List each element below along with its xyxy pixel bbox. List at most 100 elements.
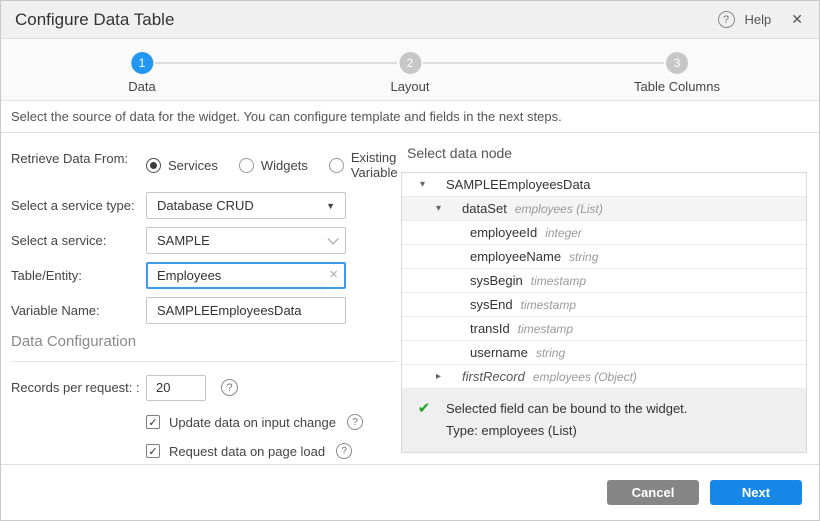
variable-name-input[interactable] bbox=[146, 297, 346, 324]
radio-widgets[interactable]: Widgets bbox=[238, 157, 308, 173]
tree-node-employeeName[interactable]: employeeName string bbox=[402, 245, 806, 269]
checkbox-label: Request data on page load bbox=[169, 443, 326, 459]
tree-node-sysEnd[interactable]: sysEnd timestamp bbox=[402, 293, 806, 317]
green-check-icon: ✔ bbox=[417, 400, 431, 417]
chevron-down-icon bbox=[327, 232, 339, 245]
service-type-row: Select a service type: Database CRUD ▼ bbox=[11, 192, 396, 219]
node-type: timestamp bbox=[530, 273, 587, 288]
node-type: integer bbox=[545, 225, 582, 240]
tree-node-transId[interactable]: transId timestamp bbox=[402, 317, 806, 341]
node-name: employeeName bbox=[470, 249, 562, 264]
records-per-request-label: Records per request: : bbox=[11, 380, 140, 395]
radio-label: Services bbox=[168, 157, 218, 173]
records-per-request-row: Records per request: : ? bbox=[11, 374, 396, 401]
tree-node-username[interactable]: username string bbox=[402, 341, 806, 365]
dialog-header: Configure Data Table ? Help ✕ bbox=[1, 1, 819, 39]
node-name: firstRecord bbox=[462, 369, 525, 384]
radio-label: Widgets bbox=[260, 157, 308, 173]
checkbox-label: Update data on input change bbox=[169, 414, 336, 430]
radio-existing-variable[interactable]: Existing Variable bbox=[328, 150, 398, 180]
step-connector bbox=[423, 62, 664, 64]
caret-down-icon[interactable]: ▾ bbox=[420, 179, 438, 190]
help-link[interactable]: Help bbox=[745, 12, 772, 27]
section-divider bbox=[11, 361, 398, 362]
service-value: SAMPLE bbox=[157, 233, 210, 248]
cancel-button[interactable]: Cancel bbox=[607, 480, 699, 505]
node-name: sysBegin bbox=[470, 273, 523, 288]
caret-down-icon[interactable]: ▾ bbox=[436, 203, 454, 214]
radio-icon bbox=[146, 157, 161, 173]
wizard-description: Select the source of data for the widget… bbox=[1, 101, 819, 133]
step-data[interactable]: 1 Data bbox=[128, 52, 156, 94]
tree-node-firstRecord[interactable]: ▸ firstRecord employees (Object) bbox=[402, 365, 806, 389]
question-icon[interactable]: ? bbox=[336, 443, 353, 459]
help-icon[interactable]: ? bbox=[717, 11, 735, 28]
variable-name-label: Variable Name: bbox=[11, 303, 100, 318]
binding-info-line1: Selected field can be bound to the widge… bbox=[446, 401, 688, 416]
caret-down-icon: ▼ bbox=[326, 200, 335, 211]
step-connector bbox=[155, 62, 397, 64]
data-node-panel: Select data node ▾ SAMPLEEmployeesData ▾ da… bbox=[401, 133, 807, 453]
node-name: SAMPLEEmployeesData bbox=[446, 177, 591, 192]
service-select[interactable]: SAMPLE bbox=[146, 227, 346, 254]
checkbox-update-data-on-input-change[interactable]: ✓ Update data on input change? bbox=[146, 414, 396, 430]
node-name: sysEnd bbox=[470, 297, 513, 312]
question-icon[interactable]: ? bbox=[346, 414, 363, 430]
options-checkboxes: ✓ Update data on input change? ✓ Request da… bbox=[146, 414, 396, 459]
tree-node-dataSet[interactable]: ▾ dataSet employees (List) bbox=[402, 197, 806, 221]
variable-name-row: Variable Name: bbox=[11, 297, 396, 324]
clear-icon[interactable]: × bbox=[329, 267, 338, 283]
radio-services[interactable]: Services bbox=[146, 157, 218, 173]
table-entity-label: Table/Entity: bbox=[11, 268, 82, 283]
radio-icon bbox=[328, 157, 344, 173]
binding-info-line2: Type: employees (List) bbox=[446, 423, 577, 438]
node-name: transId bbox=[470, 321, 510, 336]
configure-data-table-dialog: Configure Data Table ? Help ✕ 1 Data 2 Layo… bbox=[0, 0, 820, 521]
step-label: Data bbox=[128, 79, 156, 94]
table-entity-row: Table/Entity: × bbox=[11, 262, 396, 289]
checkbox-icon: ✓ bbox=[146, 444, 160, 458]
node-type: employees (Object) bbox=[532, 369, 637, 384]
radio-label: Existing Variable bbox=[350, 150, 398, 180]
dialog-body: Retrieve Data From: Services Widgets Exist… bbox=[1, 133, 819, 466]
radio-icon bbox=[238, 157, 254, 173]
service-type-value: Database CRUD bbox=[157, 198, 254, 213]
node-type: employees (List) bbox=[514, 201, 603, 216]
retrieve-radio-group: Services Widgets Existing Variable bbox=[146, 150, 398, 180]
data-source-form: Retrieve Data From: Services Widgets Exist… bbox=[11, 133, 398, 459]
node-name: username bbox=[470, 345, 528, 360]
service-type-label: Select a service type: bbox=[11, 198, 135, 213]
step-label: Layout bbox=[390, 79, 430, 94]
close-icon[interactable]: ✕ bbox=[791, 11, 803, 28]
binding-info-box: ✔ Selected field can be bound to the wid… bbox=[402, 389, 806, 452]
select-data-node-header: Select data node bbox=[407, 145, 513, 161]
service-label: Select a service: bbox=[11, 233, 107, 248]
tree-node-sysBegin[interactable]: sysBegin timestamp bbox=[402, 269, 806, 293]
node-name: dataSet bbox=[462, 201, 507, 216]
service-type-select[interactable]: Database CRUD ▼ bbox=[146, 192, 346, 219]
question-icon[interactable]: ? bbox=[221, 379, 238, 396]
tree-node-employeeId[interactable]: employeeId integer bbox=[402, 221, 806, 245]
records-per-request-input[interactable] bbox=[146, 374, 206, 401]
data-configuration-header: Data Configuration bbox=[11, 333, 137, 350]
node-type: string bbox=[569, 249, 599, 264]
table-entity-input[interactable] bbox=[146, 262, 346, 289]
dialog-footer: Cancel Next bbox=[1, 464, 819, 520]
node-type: string bbox=[535, 345, 566, 360]
retrieve-data-row: Retrieve Data From: Services Widgets Exist… bbox=[11, 150, 398, 180]
checkbox-request-data-on-page-load[interactable]: ✓ Request data on page load? bbox=[146, 443, 396, 459]
step-table-columns[interactable]: 3 Table Columns bbox=[634, 52, 720, 94]
tree-node-SAMPLEEmployeesData[interactable]: ▾ SAMPLEEmployeesData bbox=[402, 173, 806, 197]
step-number: 2 bbox=[398, 52, 421, 74]
dialog-title: Configure Data Table bbox=[15, 9, 175, 29]
step-label: Table Columns bbox=[634, 79, 720, 94]
node-type: timestamp bbox=[517, 321, 574, 336]
step-number: 1 bbox=[131, 52, 153, 74]
data-node-tree: ▾ SAMPLEEmployeesData ▾ dataSet employees (L… bbox=[401, 172, 807, 453]
caret-right-icon[interactable]: ▸ bbox=[436, 371, 454, 382]
next-button[interactable]: Next bbox=[710, 480, 802, 505]
step-layout[interactable]: 2 Layout bbox=[390, 52, 430, 94]
node-type: timestamp bbox=[520, 297, 576, 312]
wizard-stepper: 1 Data 2 Layout 3 Table Columns bbox=[1, 39, 819, 101]
retrieve-data-label: Retrieve Data From: bbox=[11, 151, 129, 166]
